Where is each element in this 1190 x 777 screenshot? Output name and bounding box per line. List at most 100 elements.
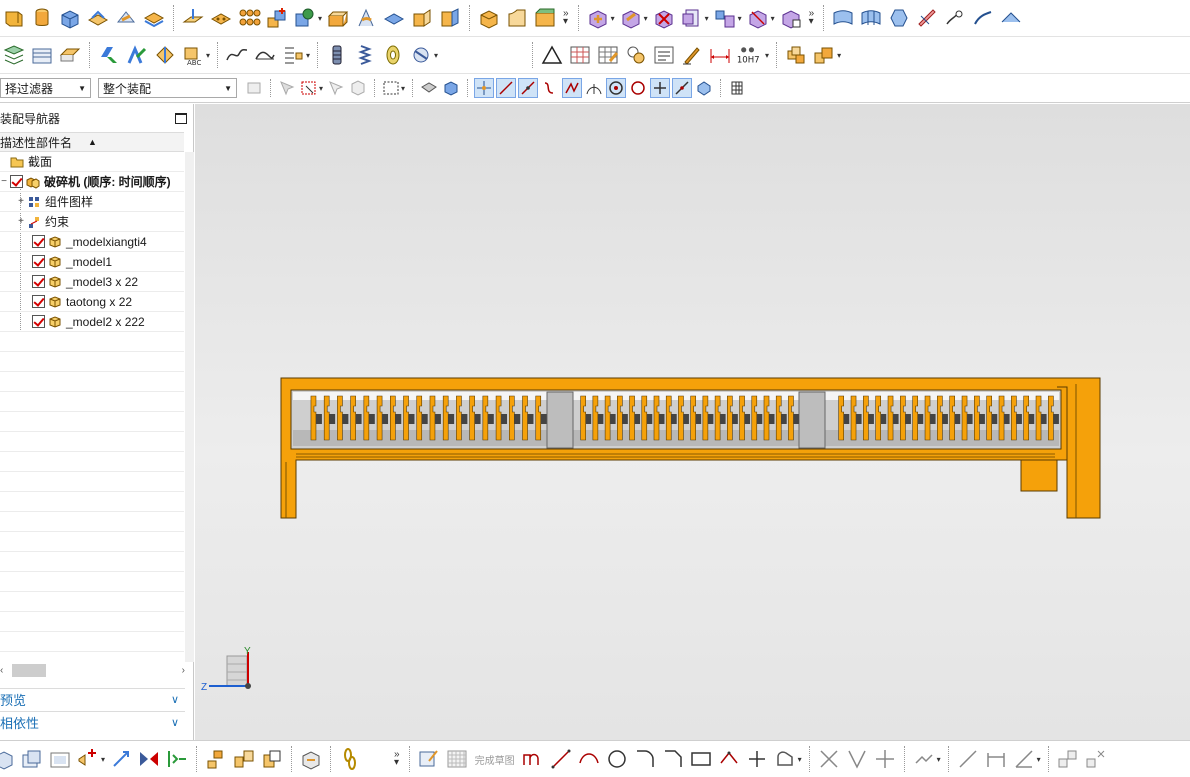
arc-center-icon[interactable]: [585, 79, 603, 97]
part-family-icon[interactable]: [784, 43, 808, 67]
edge-blend-icon[interactable]: [354, 6, 378, 30]
solid-body-icon[interactable]: [420, 79, 438, 97]
visibility-checkbox[interactable]: [32, 235, 45, 248]
fillet-icon[interactable]: [633, 747, 657, 771]
bearing-icon[interactable]: [381, 43, 405, 67]
polygon-icon[interactable]: [717, 747, 741, 771]
tree-row-part[interactable]: taotong x 22: [0, 292, 184, 312]
tree-row-part[interactable]: _model1: [0, 252, 184, 272]
intersection-icon[interactable]: [562, 78, 583, 98]
dropdown-arrow-icon[interactable]: ▾: [705, 14, 709, 23]
line-icon[interactable]: [549, 747, 573, 771]
preview-section[interactable]: 预览 ∨: [0, 688, 185, 710]
expand-icon[interactable]: +: [17, 196, 25, 207]
offset-curve-icon[interactable]: [773, 747, 797, 771]
arc-icon[interactable]: [577, 747, 601, 771]
scroll-left-icon[interactable]: ‹: [0, 665, 10, 676]
tree-row-part[interactable]: _model2 x 222: [0, 312, 184, 332]
dropdown-arrow-icon[interactable]: ▾: [318, 14, 322, 23]
select-all-icon[interactable]: [278, 79, 296, 97]
face-select-icon[interactable]: [442, 79, 460, 97]
explode-icon[interactable]: [165, 747, 189, 771]
triangle-icon[interactable]: [540, 43, 564, 67]
rectangle-select-icon[interactable]: [382, 79, 400, 97]
csys-icon[interactable]: [153, 43, 177, 67]
type-filter-select[interactable]: 择过滤器 ▼: [0, 78, 91, 98]
remove-component-icon[interactable]: [652, 6, 676, 30]
visibility-checkbox[interactable]: [32, 275, 45, 288]
grid-edit-icon[interactable]: [596, 43, 620, 67]
cam-icon[interactable]: [409, 43, 433, 67]
visibility-checkbox[interactable]: [32, 295, 45, 308]
quadrant-point-icon[interactable]: [629, 79, 647, 97]
assembly-tool-icon[interactable]: [0, 747, 16, 771]
dimension-constraint-icon[interactable]: [984, 747, 1008, 771]
through-curves-icon[interactable]: [859, 6, 883, 30]
extend-sheet-icon[interactable]: [971, 6, 995, 30]
hide-show-icon[interactable]: [58, 43, 82, 67]
hole-pattern-icon[interactable]: [209, 6, 233, 30]
curve-analysis-icon[interactable]: [225, 43, 249, 67]
dimension-icon[interactable]: [708, 43, 732, 67]
tree-row-constraints[interactable]: + 约束: [0, 212, 184, 232]
drawing-view-icon[interactable]: [624, 43, 648, 67]
add-feature-icon[interactable]: [76, 747, 100, 771]
dependency-section[interactable]: 相依性 ∨: [0, 711, 185, 733]
trim-body-icon[interactable]: [477, 6, 501, 30]
point-icon[interactable]: [745, 747, 769, 771]
sweep-icon[interactable]: [142, 6, 166, 30]
mirror-icon[interactable]: [533, 6, 557, 30]
new-component-icon[interactable]: [619, 6, 643, 30]
studio-surface-icon[interactable]: [915, 6, 939, 30]
show-constraints-icon[interactable]: [779, 6, 803, 30]
chevron-down-icon[interactable]: ∨: [171, 693, 179, 706]
revolve-icon[interactable]: [114, 6, 138, 30]
mirror-assembly-icon[interactable]: [137, 747, 161, 771]
move-object-icon[interactable]: [97, 43, 121, 67]
dropdown-arrow-icon[interactable]: ▾: [798, 755, 802, 764]
make-corner-icon[interactable]: [873, 747, 897, 771]
deviation-icon[interactable]: [281, 43, 305, 67]
dropdown-arrow-icon[interactable]: ▾: [306, 51, 310, 60]
scroll-right-icon[interactable]: ›: [182, 665, 185, 676]
dropdown-arrow-icon[interactable]: ▾: [1037, 755, 1041, 764]
horizontal-scrollbar[interactable]: ‹ ›: [0, 662, 185, 679]
measure-icon[interactable]: ABC: [181, 43, 205, 67]
sew-icon[interactable]: [999, 6, 1023, 30]
finish-sketch-icon[interactable]: [445, 747, 469, 771]
block-icon[interactable]: [2, 6, 26, 30]
quick-extend-icon[interactable]: [845, 747, 869, 771]
angular-dimension-icon[interactable]: [1012, 747, 1036, 771]
column-header[interactable]: 描述性部件名 ▲: [0, 132, 184, 152]
chain-icon[interactable]: [338, 747, 362, 771]
dropdown-arrow-icon[interactable]: ▾: [937, 755, 941, 764]
surface-icon[interactable]: [831, 6, 855, 30]
sketch-icon[interactable]: [417, 747, 441, 771]
visibility-checkbox[interactable]: [10, 175, 23, 188]
move-feature-icon[interactable]: [109, 747, 133, 771]
circle-center-icon[interactable]: [606, 78, 627, 98]
unite-icon[interactable]: [265, 6, 289, 30]
template-icon[interactable]: [48, 747, 72, 771]
snap-point-icon[interactable]: [474, 78, 495, 98]
control-point-icon[interactable]: [541, 79, 559, 97]
assembly-constraints-icon[interactable]: [746, 6, 770, 30]
dropdown-arrow-icon[interactable]: ▾: [644, 14, 648, 23]
tree-row-part[interactable]: _modelxiangti4: [0, 232, 184, 252]
dropdown-arrow-icon[interactable]: ▾: [765, 51, 769, 60]
wave-geometry-icon[interactable]: [20, 747, 44, 771]
dropdown-arrow-icon[interactable]: ▾: [611, 14, 615, 23]
tree-row-section[interactable]: 截面: [0, 152, 184, 172]
box-icon[interactable]: [58, 6, 82, 30]
reuse-library-icon[interactable]: [812, 43, 836, 67]
component-array-icon[interactable]: [680, 6, 704, 30]
filter-settings-icon[interactable]: [245, 79, 263, 97]
tolerance-icon[interactable]: 10H7: [736, 43, 764, 67]
select-feature-icon[interactable]: [327, 79, 345, 97]
add-component-icon[interactable]: [586, 6, 610, 30]
more-chevron-icon[interactable]: » ▾: [809, 9, 815, 27]
extrude-icon[interactable]: [86, 6, 110, 30]
tree-row-component-pattern[interactable]: + 组件图样: [0, 192, 184, 212]
scope-select[interactable]: 整个装配 ▼: [98, 78, 237, 98]
draft-icon[interactable]: [410, 6, 434, 30]
